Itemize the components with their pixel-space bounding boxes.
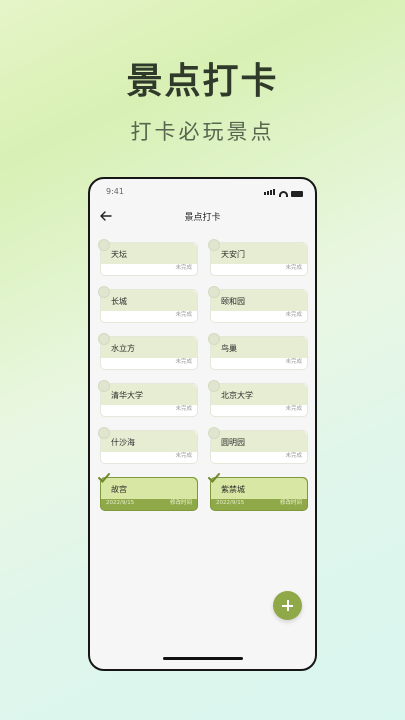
spot-card[interactable]: 北京大学未完成 (208, 380, 308, 417)
spot-card[interactable]: 水立方未完成 (98, 333, 198, 370)
checkbox-circle[interactable] (98, 427, 110, 439)
checkbox-circle[interactable] (208, 333, 220, 345)
checkbox-circle[interactable] (208, 286, 220, 298)
checkbox-circle[interactable] (98, 286, 110, 298)
spot-date: 2022/9/15 (216, 500, 245, 506)
spot-card[interactable]: 天坛未完成 (98, 239, 198, 276)
spot-name: 天坛 (111, 250, 127, 259)
spot-status: 修改时间 (169, 500, 192, 506)
spot-name: 故宫 (111, 485, 127, 494)
spot-card[interactable]: 什沙海未完成 (98, 427, 198, 464)
spot-status: 未完成 (285, 265, 302, 271)
spot-card[interactable]: 清华大学未完成 (98, 380, 198, 417)
spot-status: 未完成 (175, 265, 192, 271)
phone-mockup: 9:41 景点打卡 天坛 未完成 天安门 未完成 长城 未完成 颐和园 未完成 水立方 未完成 鸟巢… (88, 177, 317, 671)
check-icon[interactable] (207, 472, 221, 484)
spot-name: 北京大学 (221, 391, 253, 400)
home-indicator (163, 657, 243, 660)
checkbox-circle[interactable] (98, 380, 110, 392)
check-icon[interactable] (97, 472, 111, 484)
checkbox-circle[interactable] (208, 427, 220, 439)
spot-name: 鸟巢 (221, 344, 237, 353)
checkbox-circle[interactable] (98, 333, 110, 345)
spot-name: 清华大学 (111, 391, 143, 400)
spot-name: 长城 (111, 297, 127, 306)
spot-card[interactable]: 紫禁城 2022/9/15 修改时间 (208, 473, 308, 511)
spot-name: 水立方 (111, 344, 135, 353)
spot-name: 天安门 (221, 250, 245, 259)
spot-card[interactable]: 故宫 2022/9/15 修改时间 (98, 473, 198, 511)
spot-status: 未完成 (175, 312, 192, 318)
spot-status: 修改时间 (279, 500, 302, 506)
spot-name: 圆明园 (221, 438, 245, 447)
spot-status: 未完成 (175, 453, 192, 459)
spot-status: 未完成 (285, 406, 302, 412)
headline: 景点打卡 (126, 61, 279, 102)
spot-date: 2022/9/15 (106, 500, 135, 506)
spot-status: 未完成 (175, 359, 192, 365)
spot-status: 未完成 (285, 453, 302, 459)
spot-status: 未完成 (175, 406, 192, 412)
add-button[interactable] (273, 591, 302, 620)
checkbox-circle[interactable] (98, 239, 110, 251)
subline: 打卡必玩景点 (130, 120, 275, 144)
spot-card[interactable]: 鸟巢未完成 (208, 333, 308, 370)
spot-card[interactable]: 圆明园未完成 (208, 427, 308, 464)
spot-card[interactable]: 颐和园未完成 (208, 286, 308, 323)
spot-card[interactable]: 长城未完成 (98, 286, 198, 323)
spot-name: 什沙海 (111, 438, 135, 447)
spot-status: 未完成 (285, 359, 302, 365)
spot-name: 紫禁城 (221, 485, 245, 494)
checkbox-circle[interactable] (208, 239, 220, 251)
spot-card[interactable]: 天安门未完成 (208, 239, 308, 276)
spot-name: 颐和园 (221, 297, 245, 306)
spot-status: 未完成 (285, 312, 302, 318)
checkbox-circle[interactable] (208, 380, 220, 392)
